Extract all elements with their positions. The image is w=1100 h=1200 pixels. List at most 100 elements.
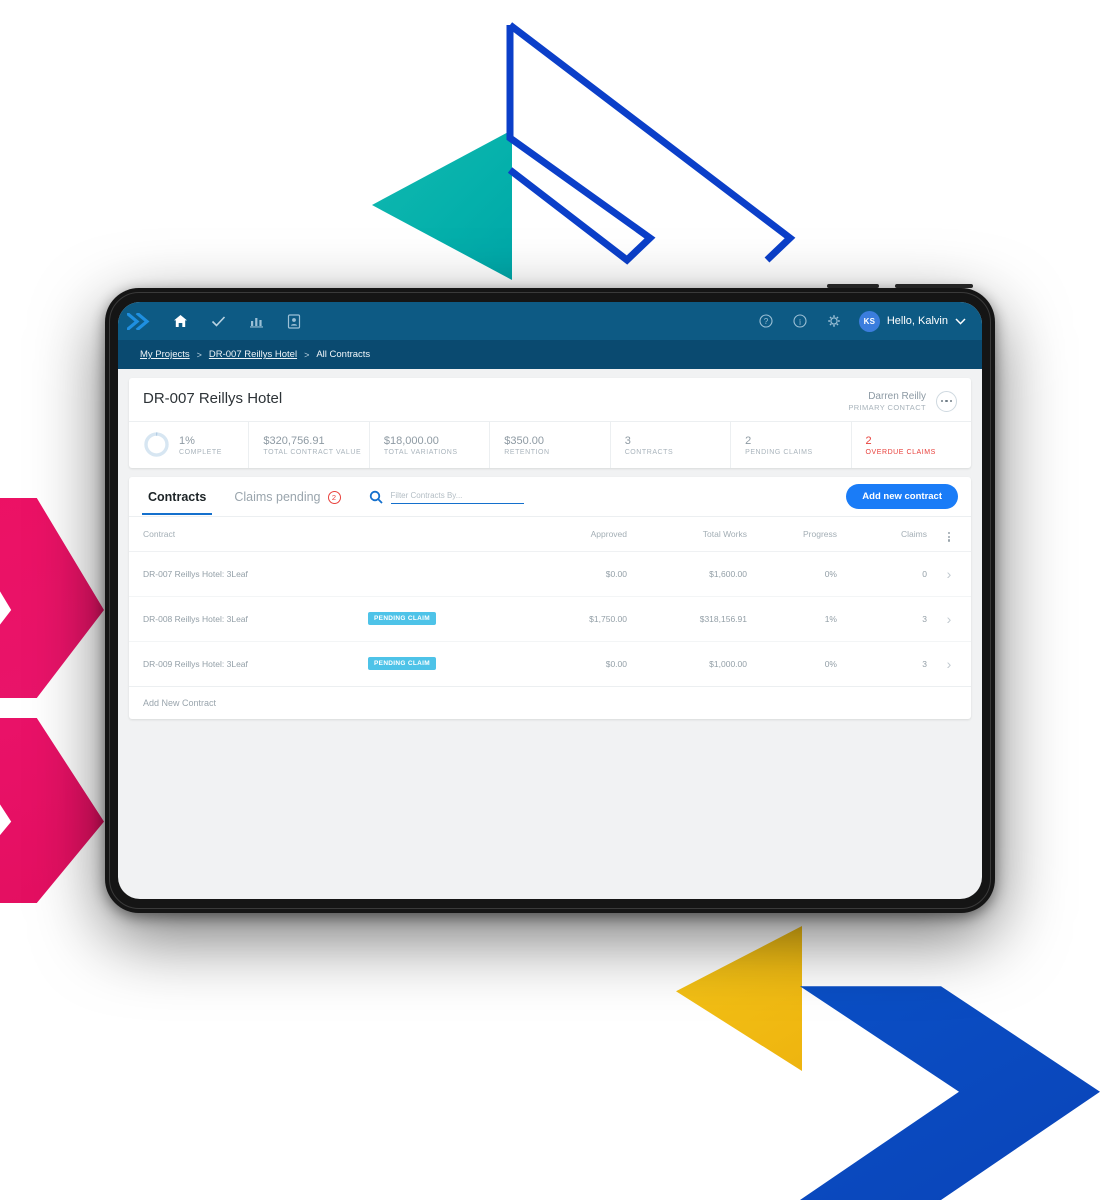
tab-contracts[interactable]: Contracts bbox=[142, 479, 213, 515]
tab-label: Contracts bbox=[148, 490, 207, 504]
table-header-row: Contract Approved Total Works Progress C… bbox=[129, 517, 971, 552]
kebab-menu-icon[interactable] bbox=[947, 531, 951, 542]
breadcrumb-item-my-projects[interactable]: My Projects bbox=[140, 349, 190, 360]
contact-role: PRIMARY CONTACT bbox=[848, 403, 926, 412]
stat-contracts: 3 CONTRACTS bbox=[611, 422, 732, 468]
avatar: KS bbox=[858, 310, 880, 332]
contracts-table: Contract Approved Total Works Progress C… bbox=[129, 517, 971, 687]
progress-donut-icon bbox=[144, 432, 169, 457]
cell-open-row[interactable]: › bbox=[927, 641, 971, 687]
pending-claim-badge: PENDING CLAIM bbox=[368, 612, 436, 626]
column-header-badge bbox=[307, 517, 497, 552]
cell-badge: PENDING CLAIM bbox=[307, 641, 497, 687]
page-title: DR-007 Reillys Hotel bbox=[143, 390, 283, 407]
decor-pink-chevron-bottom bbox=[0, 718, 104, 903]
cell-contract-name: DR-007 Reillys Hotel: 3Leaf bbox=[129, 551, 307, 597]
cell-progress: 0% bbox=[747, 641, 837, 687]
tablet-device-frame: ? i KS Hello, Kalvin My Projects > DR-00… bbox=[105, 284, 995, 913]
decor-blue-chevron-outlines bbox=[506, 22, 796, 265]
cell-open-row[interactable]: › bbox=[927, 596, 971, 642]
stat-total-variations: $18,000.00 TOTAL VARIATIONS bbox=[370, 422, 491, 468]
tabs-row: Contracts Claims pending 2 Filter Contra… bbox=[129, 477, 971, 517]
stat-value: $18,000.00 bbox=[383, 434, 439, 447]
column-options-menu[interactable] bbox=[927, 517, 971, 552]
gear-icon[interactable] bbox=[825, 312, 843, 330]
stat-label: TOTAL CONTRACT VALUE bbox=[263, 448, 362, 456]
cell-contract-name: DR-008 Reillys Hotel: 3Leaf bbox=[129, 596, 307, 642]
project-stats-row: 1% COMPLETE $320,756.91 TOTAL CONTRACT V… bbox=[129, 421, 971, 468]
stat-label: TOTAL VARIATIONS bbox=[383, 448, 458, 456]
stat-label: OVERDUE CLAIMS bbox=[865, 448, 936, 456]
primary-nav-icons bbox=[171, 312, 303, 330]
contact-text: Darren Reilly PRIMARY CONTACT bbox=[848, 390, 926, 412]
stat-overdue-claims: 2 OVERDUE CLAIMS bbox=[852, 422, 971, 468]
more-options-button[interactable] bbox=[936, 390, 957, 412]
column-header-claims: Claims bbox=[837, 517, 927, 552]
breadcrumb-item-current: All Contracts bbox=[316, 349, 371, 360]
cell-badge: PENDING CLAIM bbox=[307, 596, 497, 642]
add-new-contract-footer-link[interactable]: Add New Contract bbox=[129, 687, 971, 719]
device-volume-button bbox=[827, 284, 879, 288]
cell-total-works: $318,156.91 bbox=[627, 596, 747, 642]
cell-contract-name: DR-009 Reillys Hotel: 3Leaf bbox=[129, 641, 307, 687]
breadcrumb: My Projects > DR-007 Reillys Hotel > All… bbox=[118, 340, 982, 369]
stat-complete: 1% COMPLETE bbox=[129, 422, 250, 468]
check-icon[interactable] bbox=[209, 312, 227, 330]
chevron-right-icon[interactable]: › bbox=[947, 656, 952, 672]
info-icon[interactable]: i bbox=[791, 312, 809, 330]
top-bar-right-actions: ? i KS Hello, Kalvin bbox=[757, 310, 966, 332]
table-row[interactable]: DR-007 Reillys Hotel: 3Leaf $0.00 $1,600… bbox=[129, 551, 971, 597]
decor-pink-chevron-top bbox=[0, 498, 104, 698]
dot bbox=[940, 399, 944, 403]
tab-claims-pending[interactable]: Claims pending 2 bbox=[228, 479, 346, 514]
breadcrumb-separator: > bbox=[196, 349, 202, 360]
project-summary-card: DR-007 Reillys Hotel Darren Reilly PRIMA… bbox=[129, 378, 971, 468]
stat-label: PENDING CLAIMS bbox=[745, 448, 813, 456]
search-input[interactable] bbox=[390, 489, 524, 504]
table-body: DR-007 Reillys Hotel: 3Leaf $0.00 $1,600… bbox=[129, 551, 971, 687]
cell-claims: 3 bbox=[837, 641, 927, 687]
stat-value: 1% bbox=[179, 434, 195, 447]
project-header: DR-007 Reillys Hotel Darren Reilly PRIMA… bbox=[129, 378, 971, 421]
stat-value: $350.00 bbox=[504, 434, 545, 447]
help-icon[interactable]: ? bbox=[757, 312, 775, 330]
cell-progress: 1% bbox=[747, 596, 837, 642]
stat-label: CONTRACTS bbox=[624, 448, 674, 456]
main-content: DR-007 Reillys Hotel Darren Reilly PRIMA… bbox=[118, 369, 982, 719]
cell-progress: 0% bbox=[747, 551, 837, 597]
stat-retention: $350.00 RETENTION bbox=[490, 422, 611, 468]
device-screen: ? i KS Hello, Kalvin My Projects > DR-00… bbox=[118, 302, 982, 899]
contact-card-icon[interactable] bbox=[285, 312, 303, 330]
user-menu[interactable]: KS Hello, Kalvin bbox=[858, 310, 966, 332]
cell-total-works: $1,000.00 bbox=[627, 641, 747, 687]
cell-claims: 0 bbox=[837, 551, 927, 597]
chevron-right-icon[interactable]: › bbox=[947, 566, 952, 582]
cell-approved: $0.00 bbox=[497, 551, 627, 597]
table-row[interactable]: DR-008 Reillys Hotel: 3Leaf PENDING CLAI… bbox=[129, 596, 971, 642]
column-header-approved: Approved bbox=[497, 517, 627, 552]
stat-value: 2 bbox=[745, 434, 752, 447]
decor-teal-triangle bbox=[372, 130, 512, 280]
table-head: Contract Approved Total Works Progress C… bbox=[129, 517, 971, 552]
chart-icon[interactable] bbox=[247, 312, 265, 330]
stat-value: $320,756.91 bbox=[263, 434, 325, 447]
search-icon[interactable] bbox=[369, 490, 383, 504]
status-badge: 2 bbox=[327, 490, 341, 504]
top-navigation-bar: ? i KS Hello, Kalvin bbox=[118, 302, 982, 340]
home-icon[interactable] bbox=[171, 312, 189, 330]
pending-claim-badge: PENDING CLAIM bbox=[368, 657, 436, 671]
chevron-right-icon[interactable]: › bbox=[947, 611, 952, 627]
double-chevron-logo[interactable] bbox=[127, 312, 153, 330]
stat-pending-claims: 2 PENDING CLAIMS bbox=[731, 422, 852, 468]
cell-badge bbox=[307, 551, 497, 597]
stat-value: 2 bbox=[865, 434, 872, 447]
cell-open-row[interactable]: › bbox=[927, 551, 971, 597]
breadcrumb-separator: > bbox=[304, 349, 310, 360]
stat-label: RETENTION bbox=[504, 448, 550, 456]
cell-approved: $1,750.00 bbox=[497, 596, 627, 642]
table-row[interactable]: DR-009 Reillys Hotel: 3Leaf PENDING CLAI… bbox=[129, 641, 971, 687]
user-greeting: Hello, Kalvin bbox=[886, 315, 948, 327]
decor-yellow-triangle bbox=[676, 926, 802, 1071]
breadcrumb-item-project[interactable]: DR-007 Reillys Hotel bbox=[209, 349, 297, 360]
add-new-contract-button[interactable]: Add new contract bbox=[846, 484, 958, 509]
